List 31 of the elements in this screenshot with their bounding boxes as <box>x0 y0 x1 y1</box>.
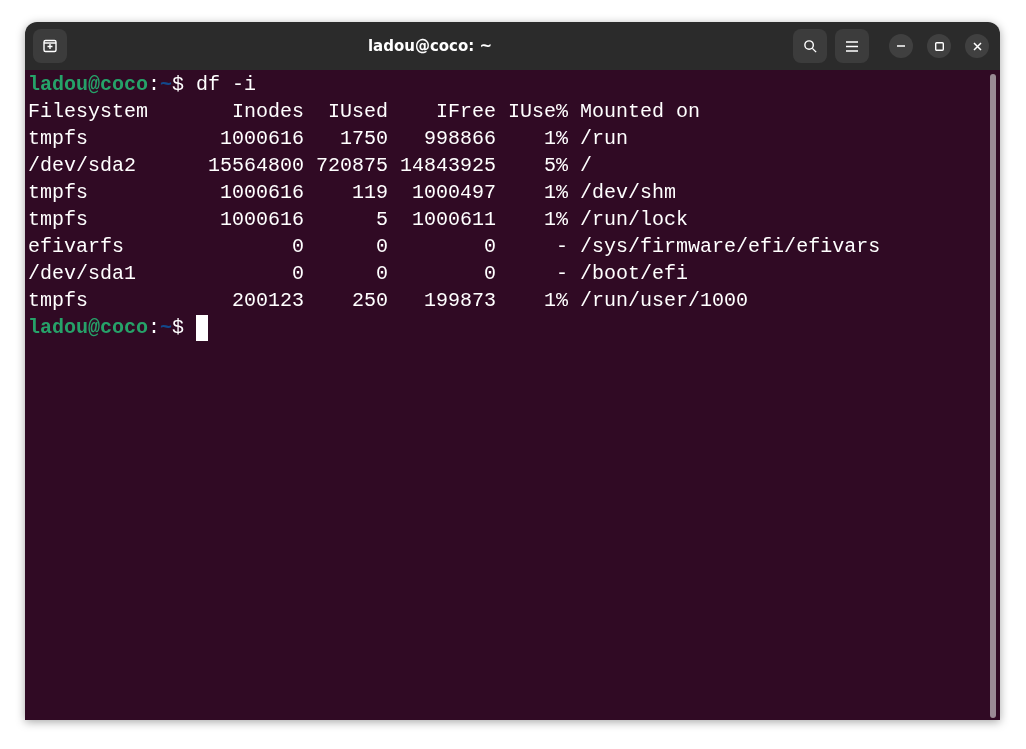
minimize-icon <box>897 45 905 47</box>
prompt-symbol: $ <box>172 72 185 98</box>
maximize-icon <box>934 41 944 51</box>
prompt-user-host: ladou@coco <box>28 72 149 98</box>
maximize-button[interactable] <box>927 34 951 58</box>
prompt-separator: : <box>148 72 161 98</box>
terminal-output-line: tmpfs 200123 250 199873 1% /run/user/1000 <box>28 288 749 314</box>
new-tab-icon <box>42 38 58 54</box>
terminal-output-line: /dev/sda2 15564800 720875 14843925 5% / <box>28 153 593 179</box>
search-button[interactable] <box>793 29 827 63</box>
terminal-output-line: /dev/sda1 0 0 0 - /boot/efi <box>28 261 689 287</box>
command-text: df -i <box>196 72 257 98</box>
prompt-separator: : <box>148 315 161 341</box>
close-button[interactable] <box>965 34 989 58</box>
close-icon <box>972 41 982 51</box>
terminal-output-line: tmpfs 1000616 5 1000611 1% /run/lock <box>28 207 689 233</box>
search-icon <box>802 38 818 54</box>
terminal-output-line: tmpfs 1000616 119 1000497 1% /dev/shm <box>28 180 677 206</box>
terminal-output-line: tmpfs 1000616 1750 998866 1% /run <box>28 126 629 152</box>
menu-icon <box>846 40 858 52</box>
prompt-symbol: $ <box>172 315 185 341</box>
menu-button[interactable] <box>835 29 869 63</box>
prompt-path: ~ <box>160 72 173 98</box>
prompt-path: ~ <box>160 315 173 341</box>
terminal-output-line: efivarfs 0 0 0 - /sys/firmware/efi/efivars <box>28 234 881 260</box>
window-title: ladou@coco: ~ <box>367 37 493 55</box>
minimize-button[interactable] <box>889 34 913 58</box>
scrollbar[interactable] <box>990 74 996 718</box>
terminal-output-line: Filesystem Inodes IUsed IFree IUse% Mounted on <box>28 99 701 125</box>
new-tab-button[interactable] <box>33 29 67 63</box>
prompt-user-host: ladou@coco <box>28 315 149 341</box>
